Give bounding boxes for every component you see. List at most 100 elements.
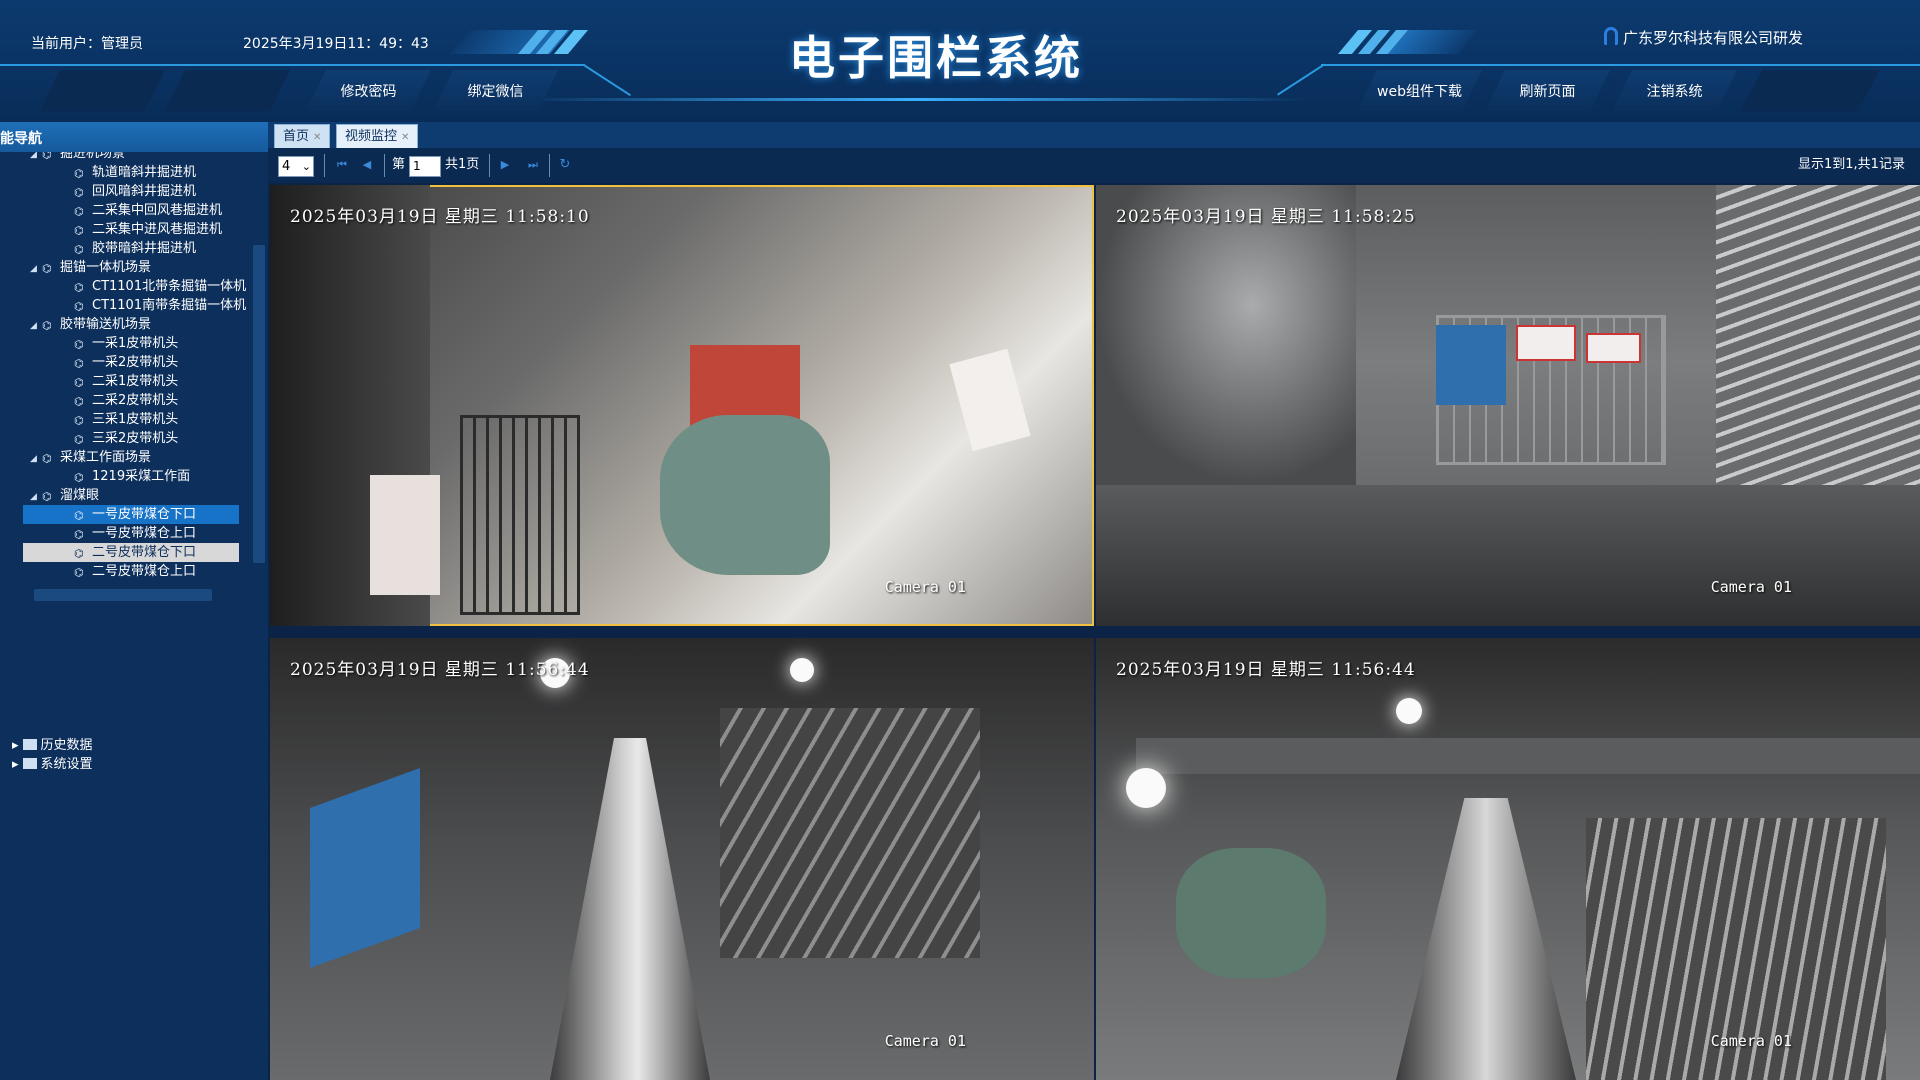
record-info: 显示1到1,共1记录 xyxy=(1798,157,1905,172)
close-icon[interactable]: ✕ xyxy=(401,132,409,143)
tree-label: 一号皮带煤仓上口 xyxy=(92,526,197,541)
tree-item[interactable]: ⌬ 三采1皮带机头 xyxy=(74,410,178,429)
chevron-down-icon[interactable]: ⌄ xyxy=(302,157,311,176)
tree-label: 二采集中进风巷掘进机 xyxy=(92,222,223,237)
tree-label: 胶带输送机场景 xyxy=(60,317,152,332)
tree-item[interactable]: ⌬ CT1101南带条掘锚一体机 xyxy=(74,296,246,315)
toolbar-separator xyxy=(384,154,385,177)
tree-label: CT1101北带条掘锚一体机 xyxy=(92,279,247,294)
scene-conveyor xyxy=(550,738,710,1080)
tree-label: 一采1皮带机头 xyxy=(92,336,179,351)
tab-label: 首页 xyxy=(283,129,310,144)
scene-wall-sign xyxy=(949,348,1031,452)
tab-video-monitor[interactable]: 视频监控 ✕ xyxy=(336,124,419,148)
scene-beam xyxy=(1136,738,1920,774)
web-plugin-download-button[interactable]: web组件下载 xyxy=(1357,70,1482,111)
tree-item[interactable]: ⌬ 1219采煤工作面 xyxy=(74,467,190,486)
sidebar-title-text: 功能导航 xyxy=(0,131,42,147)
tree-group[interactable]: ◢ ⌬ 胶带输送机场景 xyxy=(30,315,151,334)
tree-group-partial[interactable]: ◢ ⌬ 掘进机场景 xyxy=(30,152,125,163)
nav-spacer-2 xyxy=(165,70,290,111)
tree-item[interactable]: ⌬ 二采1皮带机头 xyxy=(74,372,178,391)
scene-blue-board xyxy=(1436,325,1506,405)
tree-label: CT1101南带条掘锚一体机 xyxy=(92,298,247,313)
first-page-icon[interactable]: ⏮ xyxy=(335,158,349,172)
camera-label: Camera 01 xyxy=(884,1032,966,1050)
expanded-arrow-icon[interactable]: ◢ xyxy=(30,450,40,469)
page-size-select[interactable]: 4 ⌄ xyxy=(278,156,314,177)
camera-label: Camera 01 xyxy=(884,578,966,596)
tree-item[interactable]: ⌬ 三采2皮带机头 xyxy=(74,429,178,448)
expanded-arrow-icon[interactable]: ◢ xyxy=(30,260,40,279)
tree-horizontal-scroll-thumb[interactable] xyxy=(34,589,212,601)
tree-item[interactable]: ⌬ 一号皮带煤仓下口 xyxy=(23,505,239,524)
change-password-button[interactable]: 修改密码 xyxy=(306,70,431,111)
collapsed-arrow-icon[interactable]: ▸ xyxy=(12,757,19,772)
tree-item[interactable]: ⌬ 二采2皮带机头 xyxy=(74,391,178,410)
tree-item[interactable]: ⌬ 二采集中回风巷掘进机 xyxy=(74,201,222,220)
refresh-icon[interactable]: ↻ xyxy=(558,158,572,172)
camera-icon: ⌬ xyxy=(42,319,52,332)
video-panel-1[interactable]: 2025年03月19日 星期三 11:58:10 Camera 01 xyxy=(270,185,1094,626)
tree-group[interactable]: ◢ ⌬ 掘锚一体机场景 xyxy=(30,258,151,277)
tree-label: 二采1皮带机头 xyxy=(92,374,179,389)
scene-conveyor xyxy=(1396,798,1576,1080)
refresh-page-button[interactable]: 刷新页面 xyxy=(1485,70,1610,111)
next-page-icon[interactable]: ▶ xyxy=(498,158,512,172)
tree-root-label: 历史数据 xyxy=(40,738,93,753)
tree-item[interactable]: ⌬ 一号皮带煤仓上口 xyxy=(74,524,196,543)
camera-icon: ⌬ xyxy=(42,452,52,465)
last-page-icon[interactable]: ⏭ xyxy=(526,158,540,172)
tree-label: 二号皮带煤仓下口 xyxy=(92,545,197,560)
close-icon[interactable]: ✕ xyxy=(313,132,321,143)
tree-item[interactable]: ⌬ 二号皮带煤仓下口 xyxy=(23,543,239,562)
scene-blue-board xyxy=(310,767,420,969)
scene-sign xyxy=(370,475,440,595)
monitor-icon xyxy=(22,758,37,769)
tree-vertical-scroll-thumb[interactable] xyxy=(253,245,265,563)
tree-label: 掘进机场景 xyxy=(60,152,126,161)
tree-label: 三采2皮带机头 xyxy=(92,431,179,446)
tree-label: 轨道暗斜井掘进机 xyxy=(92,165,197,180)
tree-item[interactable]: ⌬ 二号皮带煤仓上口 xyxy=(74,562,196,581)
scene-light xyxy=(790,658,814,682)
nav-spacer-3 xyxy=(1740,70,1880,111)
bind-wechat-button[interactable]: 绑定微信 xyxy=(433,70,558,111)
tree-label: 采煤工作面场景 xyxy=(60,450,152,465)
camera-timestamp: 2025年03月19日 星期三 11:58:25 xyxy=(1116,207,1416,227)
tree-item[interactable]: ⌬ 一采1皮带机头 xyxy=(74,334,178,353)
tree-item[interactable]: ⌬ CT1101北带条掘锚一体机 xyxy=(74,277,246,296)
video-panel-4[interactable]: 2025年03月19日 星期三 11:56:44 Camera 01 xyxy=(1096,638,1920,1080)
tab-home[interactable]: 首页 ✕ xyxy=(274,124,331,148)
scene-warning-sign xyxy=(1516,325,1576,361)
tree-group[interactable]: ◢ ⌬ 采煤工作面场景 xyxy=(30,448,151,467)
tree-label: 1219采煤工作面 xyxy=(92,469,191,484)
tree-item[interactable]: ⌬ 回风暗斜井掘进机 xyxy=(74,182,196,201)
page-prefix-label: 第 xyxy=(392,157,406,172)
camera-label: Camera 01 xyxy=(1710,578,1792,596)
tree-item[interactable]: ⌬ 胶带暗斜井掘进机 xyxy=(74,239,196,258)
tree-label: 溜煤眼 xyxy=(60,488,100,503)
video-panel-3[interactable]: 2025年03月19日 星期三 11:56:44 Camera 01 xyxy=(270,638,1094,1080)
collapsed-arrow-icon[interactable]: ▸ xyxy=(12,738,19,753)
tree-item[interactable]: ⌬ 轨道暗斜井掘进机 xyxy=(74,163,196,182)
logout-button[interactable]: 注销系统 xyxy=(1612,70,1737,111)
tree-root-history[interactable]: ▸ 历史数据 xyxy=(12,734,93,753)
tree-group[interactable]: ◢ ⌬ 溜煤眼 xyxy=(30,486,99,505)
expanded-arrow-icon[interactable]: ◢ xyxy=(30,317,40,336)
nav-tree[interactable]: ◢ ⌬ 掘进机场景 ⌬ 轨道暗斜井掘进机 ⌬ 回风暗斜井掘进机 ⌬ 二采集中回风巷掘进机 ⌬ 二采… xyxy=(0,152,250,586)
expanded-arrow-icon[interactable]: ◢ xyxy=(30,152,40,165)
video-panel-2[interactable]: 2025年03月19日 星期三 11:58:25 Camera 01 xyxy=(1096,185,1920,626)
tree-item[interactable]: ⌬ 二采集中进风巷掘进机 xyxy=(74,220,222,239)
page-number-input[interactable]: 1 xyxy=(409,156,441,177)
prev-page-icon[interactable]: ◀ xyxy=(360,158,374,172)
tab-label: 视频监控 xyxy=(345,129,398,144)
camera-icon: ⌬ xyxy=(74,167,84,180)
camera-label: Camera 01 xyxy=(1710,1032,1792,1050)
page-total-label: 共1页 xyxy=(445,157,480,172)
camera-icon: ⌬ xyxy=(74,509,84,522)
tree-root-settings[interactable]: ▸ 系统设置 xyxy=(12,753,93,772)
tree-item[interactable]: ⌬ 一采2皮带机头 xyxy=(74,353,178,372)
sidebar-title: 功能导航 xyxy=(0,122,268,152)
camera-icon: ⌬ xyxy=(74,243,84,256)
